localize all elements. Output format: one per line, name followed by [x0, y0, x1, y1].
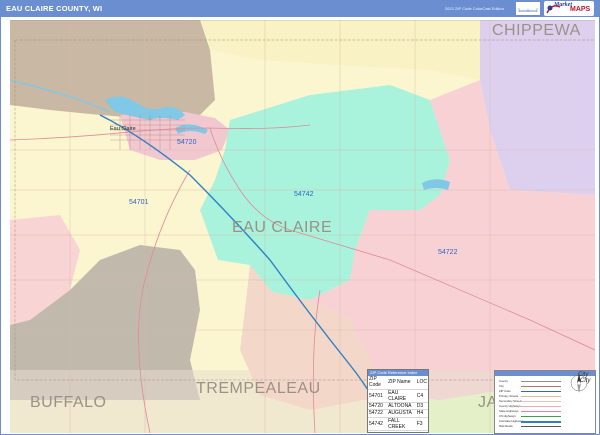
legend-row: Secondary Streets: [499, 399, 523, 403]
legend-row: State Highways: [499, 409, 519, 413]
zip-table-grid: ZIP Code ZIP Name LOC 54701 EAU CLAIRE C…: [368, 376, 428, 432]
county-label-trempealeau: TREMPEALEAU: [196, 380, 321, 397]
table-row: 54722 AUGUSTA H4: [368, 409, 428, 418]
county-label-eau-claire: EAU CLAIRE: [232, 219, 333, 236]
legend-swatch: [521, 421, 561, 423]
legend-swatch: [521, 401, 561, 402]
brand-text-maps: MAPS: [570, 6, 591, 13]
zip-table-header-row: ZIP Code ZIP Name LOC: [368, 376, 428, 390]
zip-cell: 54742: [368, 417, 388, 432]
loc-cell: C4: [415, 389, 428, 404]
zip-name-col-header: ZIP Name: [387, 376, 416, 390]
compass-rose: City City: [568, 372, 590, 394]
zip-cell: 54722: [368, 409, 388, 418]
legend-row: City: [499, 384, 504, 388]
legend-swatch: [521, 426, 561, 427]
table-row: 54720 ALTOONA D3: [368, 402, 428, 411]
title-bar: EAU CLAIRE COUNTY, WI 2022 ZIP Code Colo…: [0, 0, 600, 17]
market-maps-logo: Market MAPS: [544, 1, 594, 16]
loc-col-header: LOC: [415, 376, 428, 390]
legend-row: Rail Roads: [499, 424, 513, 428]
zip-cell: 54701: [368, 389, 388, 404]
legend-swatch: [521, 406, 561, 407]
map-title: EAU CLAIRE COUNTY, WI: [6, 4, 103, 13]
legend-swatch: [521, 391, 561, 392]
zip-reference-table: ZIP Code Reference Index ZIP Code ZIP Na…: [367, 369, 429, 433]
legend-row: County Highways: [499, 404, 521, 408]
compass-label-city-2: City: [580, 378, 591, 384]
loc-cell: D3: [415, 402, 428, 411]
table-row: 54742 FALL CREEK F3: [368, 417, 428, 432]
city-label-eau-claire: Eau Claire: [110, 126, 136, 132]
zip-name-cell: ALTOONA: [387, 402, 416, 411]
zip-label-54701: 54701: [129, 199, 149, 206]
zip-label-54720: 54720: [177, 139, 197, 146]
legend-swatch: [521, 396, 561, 397]
county-label-buffalo: BUFFALO: [30, 394, 107, 411]
edition-label: 2022 ZIP Code ColorCast Edition: [444, 6, 504, 11]
loc-cell: H4: [415, 409, 428, 418]
zip-col-header: ZIP Code: [368, 376, 388, 390]
county-label-chippewa: CHIPPEWA: [492, 22, 581, 39]
zip-name-cell: EAU CLAIRE: [387, 389, 416, 404]
legend-swatch: [521, 381, 561, 382]
legend-row: US Highways: [499, 414, 516, 418]
zip-label-54742: 54742: [294, 191, 314, 198]
table-row: 54701 EAU CLAIRE C4: [368, 389, 428, 404]
legend-row: Interstate Highways: [499, 419, 524, 423]
legend-swatch: [521, 386, 561, 387]
legend-swatch: [521, 411, 561, 412]
legend-row: Primary Streets: [499, 394, 519, 398]
legend-swatch: [521, 416, 561, 417]
zip-label-54722: 54722: [438, 249, 458, 256]
zip-name-cell: AUGUSTA: [387, 409, 416, 418]
scale-bar-box: [516, 2, 540, 15]
loc-cell: F3: [415, 417, 428, 432]
zip-cell: 54720: [368, 402, 388, 411]
legend-row: ZIP Code: [499, 389, 511, 393]
legend-row: County: [499, 379, 508, 383]
scale-bar-icon: [518, 8, 538, 12]
zip-name-cell: FALL CREEK: [387, 417, 416, 432]
